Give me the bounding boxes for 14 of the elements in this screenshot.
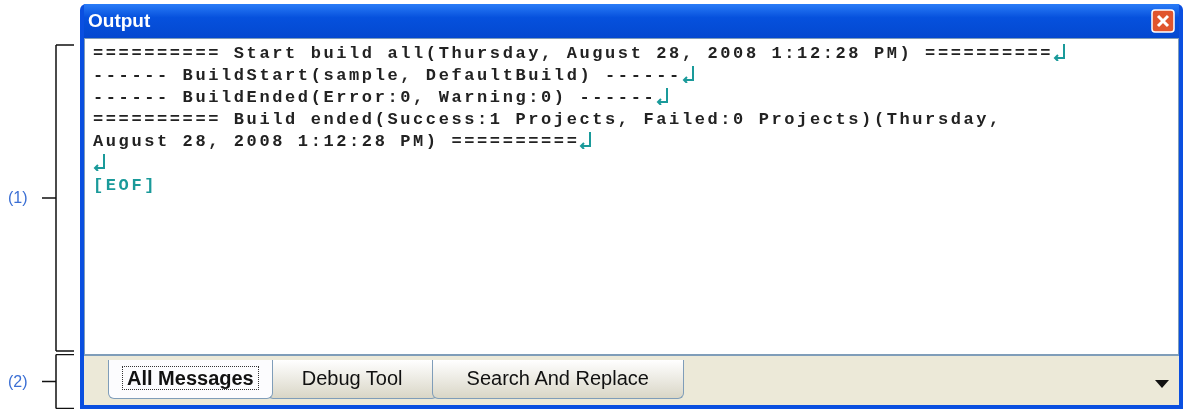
output-line: ------ BuildStart(sample, DefaultBuild) ------ [93,66,682,85]
tab[interactable]: All Messages [108,360,273,399]
bracket-line [41,354,74,409]
output-line: ========== Start build all(Thursday, August 28, 2008 1:12:28 PM) ========== [93,44,1054,63]
tab[interactable]: Search And Replace [431,360,684,399]
window-title: Output [88,8,151,33]
output-line: ------ BuildEnded(Error:0, Warning:0) ------ [93,88,657,107]
output-line: August 28, 2008 1:12:28 PM) ========== [93,132,580,151]
output-line: ========== Build ended(Success:1 Projects, Failed:0 Projects)(Thursday, [93,110,1002,129]
close-icon[interactable] [1151,9,1175,33]
callout-label: (2) [7,371,29,392]
output-line: [EOF] [93,176,157,195]
dropdown-caret-icon[interactable] [1155,380,1169,388]
callout-label: (1) [7,188,29,208]
